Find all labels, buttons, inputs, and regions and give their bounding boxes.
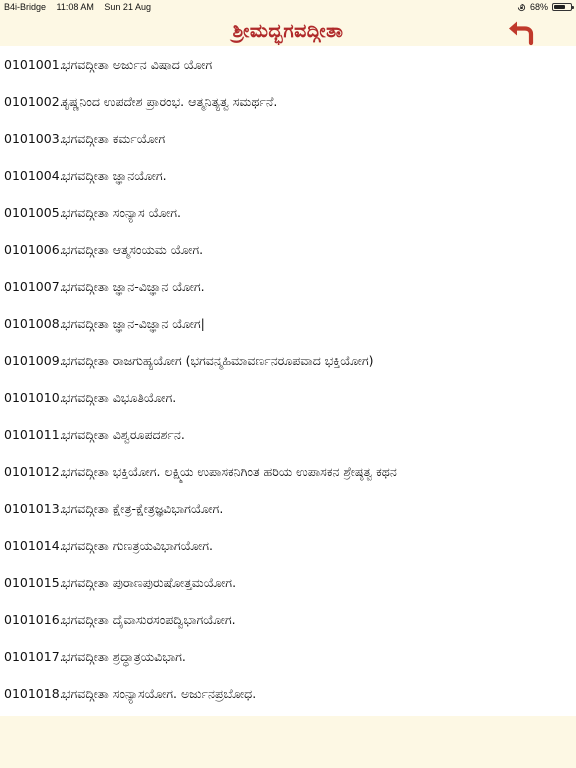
chapter-title: ಭಗವದ್ಗೀತಾ ರಾಜಗುಹ್ಯಯೋಗ (ಭಗವನ್ಮಹಿಮಾವರ್ಣನರೂ… <box>62 352 374 368</box>
chapter-code: 0101011. <box>4 427 64 442</box>
chapter-code: 0101006. <box>4 242 64 257</box>
chapter-title: ಭಗವದ್ಗೀತಾ ಆತ್ಮಸಂಯಮ ಯೋಗ. <box>62 241 204 257</box>
orientation-lock-icon <box>517 3 526 11</box>
chapter-code: 0101016. <box>4 612 64 627</box>
chapter-title: ಭಗವದ್ಗೀತಾ ಸಂನ್ಯಾಸಯೋಗ. ಅರ್ಜುನಪ್ರಬೋಧ. <box>62 685 257 701</box>
status-right: 68% <box>517 2 574 12</box>
list-item[interactable]: 0101005. ಭಗವದ್ಗೀತಾ ಸಂನ್ಯಾಸ ಯೋಗ. <box>0 194 576 231</box>
list-item[interactable]: 0101009. ಭಗವದ್ಗೀತಾ ರಾಜಗುಹ್ಯಯೋಗ (ಭಗವನ್ಮಹಿಮ… <box>0 342 576 379</box>
list-item[interactable]: 0101001. ಭಗವದ್ಗೀತಾ ಅರ್ಜುನ ವಿಷಾದ ಯೋಗ <box>0 46 576 83</box>
status-bar: B4i-Bridge 11:08 AM Sun 21 Aug 68% <box>0 0 576 14</box>
status-left: B4i-Bridge 11:08 AM Sun 21 Aug <box>4 2 159 12</box>
chapter-title: ಭಗವದ್ಗೀತಾ ವಿಶ್ವರೂಪದರ್ಶನ. <box>62 426 185 442</box>
list-item[interactable]: 0101007. ಭಗವದ್ಗೀತಾ ಜ್ಞಾನ-ವಿಜ್ಞಾನ ಯೋಗ. <box>0 268 576 305</box>
chapter-title: ಭಗವದ್ಗೀತಾ ಭಕ್ತಿಯೋಗ. ಲಕ್ಷ್ಮಿಯ ಉಪಾಸಕನಿಗಿಂತ… <box>62 463 397 479</box>
list-item[interactable]: 0101006. ಭಗವದ್ಗೀತಾ ಆತ್ಮಸಂಯಮ ಯೋಗ. <box>0 231 576 268</box>
battery-percent: 68% <box>529 2 548 12</box>
battery-fill <box>554 5 565 9</box>
chapter-code: 0101008. <box>4 316 64 331</box>
status-time: 11:08 AM <box>56 2 94 12</box>
footer-area <box>0 716 576 768</box>
chapter-title: ಭಗವದ್ಗೀತಾ ವಿಭೂತಿಯೋಗ. <box>62 389 177 405</box>
list-item[interactable]: 0101003. ಭಗವದ್ಗೀತಾ ಕರ್ಮಯೋಗ <box>0 120 576 157</box>
chapter-code: 0101007. <box>4 279 64 294</box>
list-item[interactable]: 0101014. ಭಗವದ್ಗೀತಾ ಗುಣತ್ರಯವಿಭಾಗಯೋಗ. <box>0 527 576 564</box>
list-item[interactable]: 0101013. ಭಗವದ್ಗೀತಾ ಕ್ಷೇತ್ರ-ಕ್ಷೇತ್ರಜ್ಞವಿಭಾ… <box>0 490 576 527</box>
chapter-title: ಭಗವದ್ಗೀತಾ ಜ್ಞಾನ-ವಿಜ್ಞಾನ ಯೋಗ. <box>62 278 205 294</box>
chapter-title: ಭಗವದ್ಗೀತಾ ಸಂನ್ಯಾಸ ಯೋಗ. <box>62 204 181 220</box>
list-item[interactable]: 0101004. ಭಗವದ್ಗೀತಾ ಜ್ಞಾನಯೋಗ. <box>0 157 576 194</box>
chapter-code: 0101013. <box>4 501 64 516</box>
chapter-code: 0101012. <box>4 464 64 479</box>
chapter-title: ಭಗವದ್ಗೀತಾ ದೈವಾಸುರಸಂಪದ್ವಿಭಾಗಯೋಗ. <box>62 611 236 627</box>
list-item[interactable]: 0101010. ಭಗವದ್ಗೀತಾ ವಿಭೂತಿಯೋಗ. <box>0 379 576 416</box>
chapter-code: 0101010. <box>4 390 64 405</box>
list-item[interactable]: 0101015. ಭಗವದ್ಗೀತಾ ಪುರಾಣಪುರುಷೋತ್ತಮಯೋಗ. <box>0 564 576 601</box>
chapter-title: ಭಗವದ್ಗೀತಾ ಅರ್ಜುನ ವಿಷಾದ ಯೋಗ <box>62 56 213 72</box>
chapter-title: ಭಗವದ್ಗೀತಾ ಜ್ಞಾನಯೋಗ. <box>62 167 167 183</box>
chapter-code: 0101005. <box>4 205 64 220</box>
status-date: Sun 21 Aug <box>104 2 151 12</box>
list-item[interactable]: 0101017. ಭಗವದ್ಗೀತಾ ಶ್ರದ್ಧಾತ್ರಯವಿಭಾಗ. <box>0 638 576 675</box>
carrier-label: B4i-Bridge <box>4 2 47 12</box>
list-item[interactable]: 0101018. ಭಗವದ್ಗೀತಾ ಸಂನ್ಯಾಸಯೋಗ. ಅರ್ಜುನಪ್ರಬ… <box>0 675 576 712</box>
list-item[interactable]: 0101012. ಭಗವದ್ಗೀತಾ ಭಕ್ತಿಯೋಗ. ಲಕ್ಷ್ಮಿಯ ಉಪಾ… <box>0 453 576 490</box>
chapter-code: 0101014. <box>4 538 64 553</box>
chapter-title: ಭಗವದ್ಗೀತಾ ಶ್ರದ್ಧಾತ್ರಯವಿಭಾಗ. <box>62 648 186 664</box>
chapter-title: ಭಗವದ್ಗೀತಾ ಗುಣತ್ರಯವಿಭಾಗಯೋಗ. <box>62 537 213 553</box>
chapter-list[interactable]: 0101001. ಭಗವದ್ಗೀತಾ ಅರ್ಜುನ ವಿಷಾದ ಯೋಗ 010100… <box>0 46 576 716</box>
chapter-title: ಕೃಷ್ಣನಿಂದ ಉಪದೇಶ ಪ್ರಾರಂಭ. ಆತ್ಮನಿತ್ಯತ್ವ ಸಮ… <box>62 93 278 109</box>
chapter-code: 0101002. <box>4 94 64 109</box>
chapter-title: ಭಗವದ್ಗೀತಾ ಜ್ಞಾನ-ವಿಜ್ಞಾನ ಯೋಗ| <box>62 315 205 331</box>
chapter-title: ಭಗವದ್ಗೀತಾ ಕ್ಷೇತ್ರ-ಕ್ಷೇತ್ರಜ್ಞವಿಭಾಗಯೋಗ. <box>62 500 224 516</box>
chapter-code: 0101009. <box>4 353 64 368</box>
page-title: ಶ್ರೀಮದ್ಭಗವದ್ಗೀತಾ <box>232 20 344 42</box>
battery-icon <box>552 3 574 11</box>
chapter-code: 0101001. <box>4 57 64 72</box>
list-item[interactable]: 0101002. ಕೃಷ್ಣನಿಂದ ಉಪದೇಶ ಪ್ರಾರಂಭ. ಆತ್ಮನಿತ… <box>0 83 576 120</box>
chapter-code: 0101017. <box>4 649 64 664</box>
back-arrow-icon[interactable] <box>506 20 536 46</box>
list-item[interactable]: 0101008. ಭಗವದ್ಗೀತಾ ಜ್ಞಾನ-ವಿಜ್ಞಾನ ಯೋಗ| <box>0 305 576 342</box>
chapter-title: ಭಗವದ್ಗೀತಾ ಕರ್ಮಯೋಗ <box>62 130 166 146</box>
chapter-code: 0101004. <box>4 168 64 183</box>
chapter-code: 0101015. <box>4 575 64 590</box>
list-item[interactable]: 0101011. ಭಗವದ್ಗೀತಾ ವಿಶ್ವರೂಪದರ್ಶನ. <box>0 416 576 453</box>
chapter-code: 0101018. <box>4 686 64 701</box>
list-item[interactable]: 0101016. ಭಗವದ್ಗೀತಾ ದೈವಾಸುರಸಂಪದ್ವಿಭಾಗಯೋಗ. <box>0 601 576 638</box>
chapter-code: 0101003. <box>4 131 64 146</box>
chapter-title: ಭಗವದ್ಗೀತಾ ಪುರಾಣಪುರುಷೋತ್ತಮಯೋಗ. <box>62 574 237 590</box>
